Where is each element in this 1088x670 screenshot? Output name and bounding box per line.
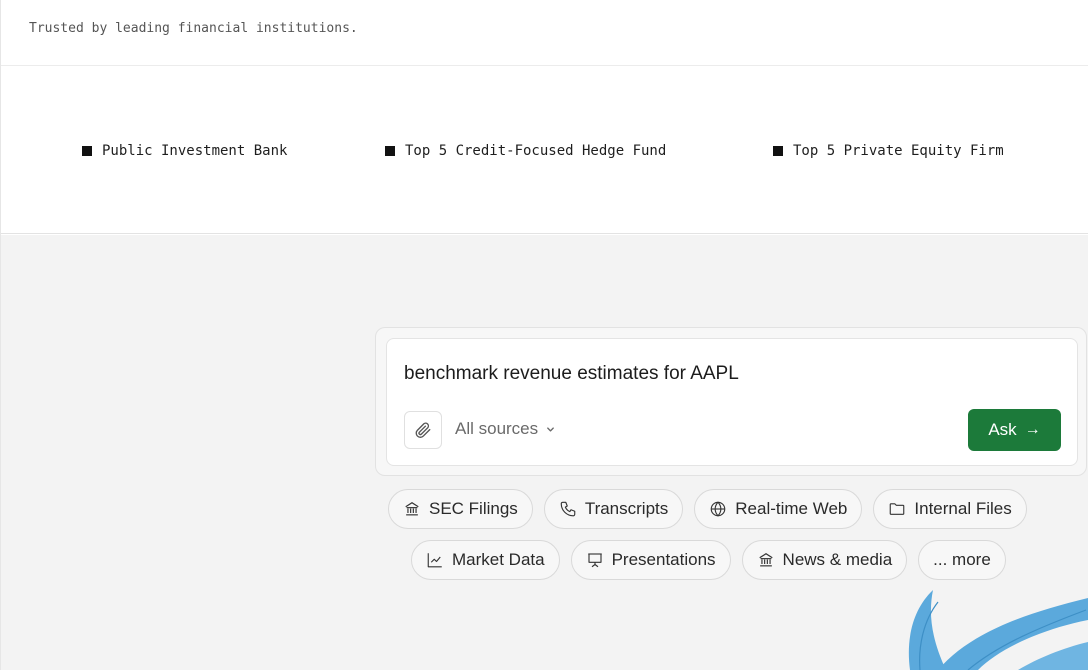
client-logo: Top 5 Credit-Focused Hedge Fund <box>385 143 666 159</box>
arrow-right-icon: → <box>1024 421 1041 438</box>
trusted-text: Trusted by leading financial institution… <box>29 21 358 36</box>
chip-internal-files[interactable]: Internal Files <box>873 489 1027 529</box>
chip-label: ... more <box>933 550 991 569</box>
chevron-down-icon <box>547 426 555 432</box>
client-name: Top 5 Private Equity Firm <box>793 143 1004 159</box>
chip-presentations[interactable]: Presentations <box>570 540 731 580</box>
chip-label: SEC Filings <box>429 499 518 518</box>
presentation-icon <box>587 553 602 568</box>
chip-label: Presentations <box>611 550 716 569</box>
chip-label: Market Data <box>452 550 545 569</box>
attach-button[interactable] <box>404 411 442 449</box>
source-chips-row-2: Market Data Presentations News & media .… <box>411 540 1006 580</box>
square-icon <box>385 146 395 156</box>
bank-icon <box>758 553 773 567</box>
chip-label: News & media <box>782 550 893 569</box>
client-name: Top 5 Credit-Focused Hedge Fund <box>405 143 667 159</box>
client-logos: Public Investment Bank Top 5 Credit-Focu… <box>1 66 1088 234</box>
square-icon <box>82 146 92 156</box>
chip-market-data[interactable]: Market Data <box>411 540 560 580</box>
ask-button[interactable]: Ask → <box>968 409 1061 451</box>
sources-dropdown[interactable]: All sources <box>455 419 555 439</box>
search-card[interactable]: benchmark revenue estimates for AAPL All… <box>386 338 1078 466</box>
sources-label: All sources <box>455 419 539 438</box>
ask-label: Ask <box>988 420 1017 439</box>
chart-icon <box>427 553 442 568</box>
chip-more[interactable]: ... more <box>918 540 1006 580</box>
source-chips-row-1: SEC Filings Transcripts Real-time Web In… <box>388 489 1027 529</box>
bank-icon <box>405 502 419 516</box>
folder-icon <box>890 503 905 515</box>
search-box: benchmark revenue estimates for AAPL All… <box>375 327 1087 476</box>
chip-label: Real-time Web <box>735 499 848 518</box>
square-icon <box>773 146 783 156</box>
page: Trusted by leading financial institution… <box>0 0 1088 670</box>
client-logo: Top 5 Private Equity Firm <box>773 143 1004 159</box>
bird-illustration <box>908 590 1088 670</box>
chip-real-time-web[interactable]: Real-time Web <box>694 489 863 529</box>
phone-icon <box>560 501 576 517</box>
client-logo: Public Investment Bank <box>82 143 287 159</box>
chip-transcripts[interactable]: Transcripts <box>543 489 684 529</box>
chip-news-media[interactable]: News & media <box>741 540 908 580</box>
trusted-bar: Trusted by leading financial institution… <box>1 0 1088 66</box>
paperclip-icon <box>415 422 431 438</box>
chip-label: Internal Files <box>914 499 1012 518</box>
demo-section: benchmark revenue estimates for AAPL All… <box>1 235 1088 670</box>
globe-icon <box>710 501 726 517</box>
client-name: Public Investment Bank <box>102 143 288 159</box>
query-text[interactable]: benchmark revenue estimates for AAPL <box>404 363 739 385</box>
chip-sec-filings[interactable]: SEC Filings <box>388 489 533 529</box>
chip-label: Transcripts <box>584 499 669 518</box>
